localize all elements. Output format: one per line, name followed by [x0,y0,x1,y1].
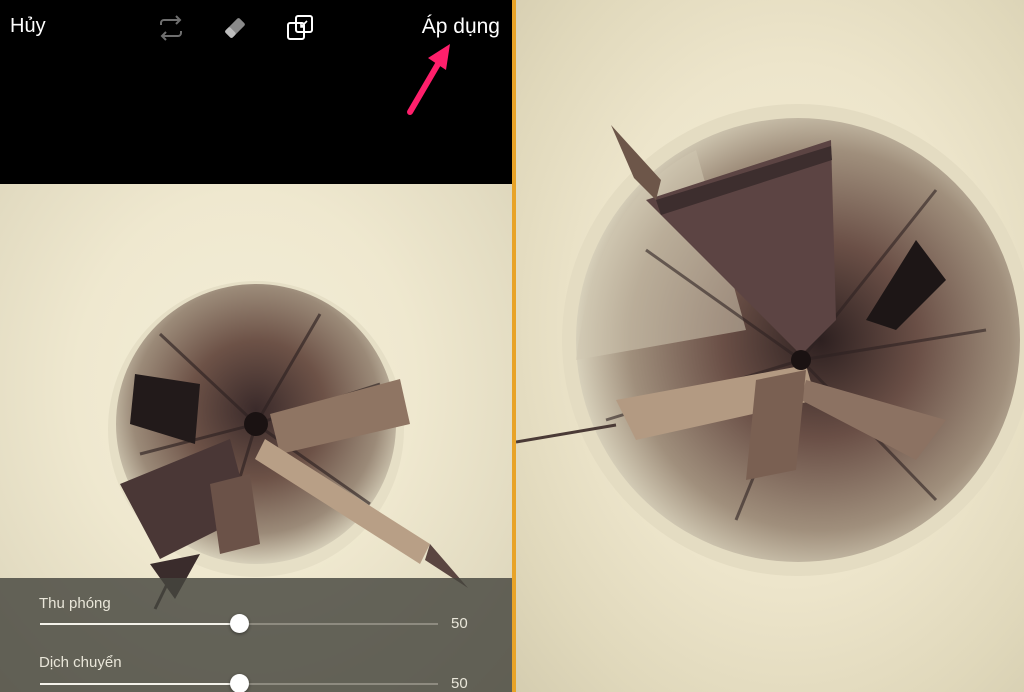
zoom-label: Thu phóng [39,595,111,612]
cancel-button[interactable]: Hủy [10,15,46,38]
shift-label: Dịch chuyển [39,654,122,671]
eraser-icon[interactable] [219,12,251,44]
zoom-slider-fill [40,623,239,625]
apply-button[interactable]: Áp dụng [422,15,500,39]
zoom-slider-thumb[interactable] [230,614,249,633]
editor-panel: Hủy Áp dụng Thu phóng 50 Dịch chuyển 50 [0,0,512,692]
repeat-icon[interactable] [155,12,187,44]
zoom-value: 50 [451,615,468,632]
shift-slider-thumb[interactable] [230,674,249,692]
pointer-arrow-icon [407,44,450,115]
adjustment-controls: Thu phóng 50 Dịch chuyển 50 [0,578,512,692]
compare-icon[interactable] [284,12,316,44]
shift-slider[interactable] [40,674,438,692]
shift-slider-fill [40,683,239,685]
result-image-panel [516,0,1024,692]
result-image [516,104,1024,576]
zoom-slider[interactable] [40,614,438,633]
shift-value: 50 [451,675,468,692]
